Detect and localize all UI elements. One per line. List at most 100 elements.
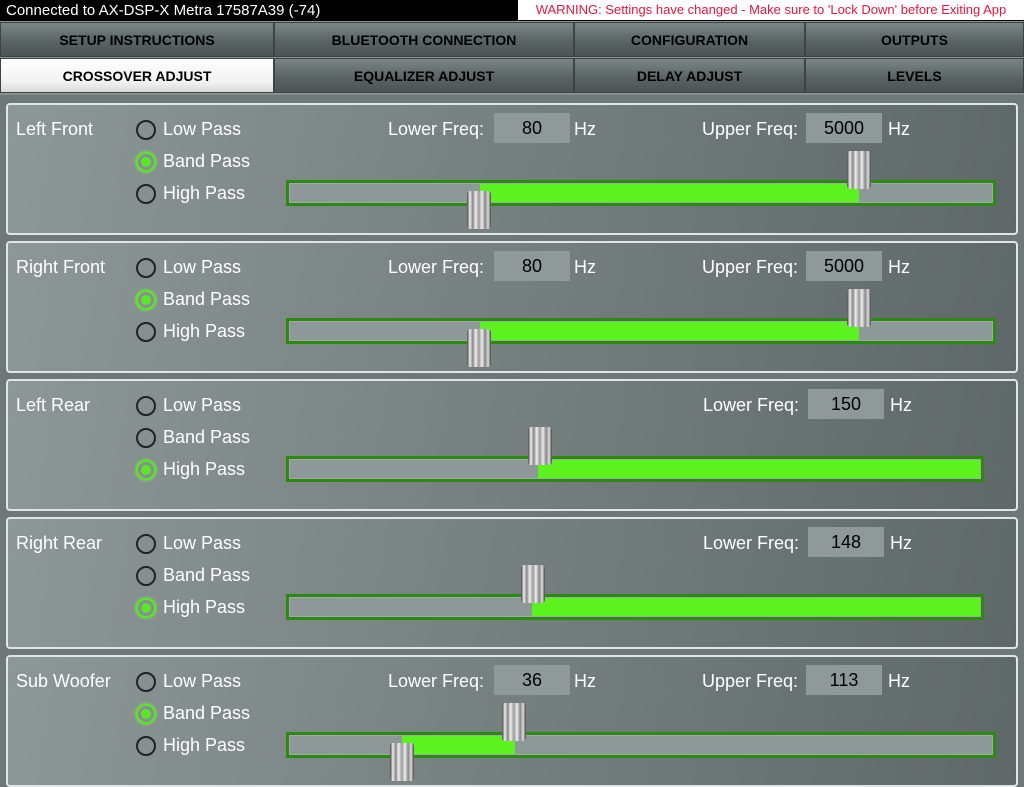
lower-freq-slider-thumb[interactable] (521, 565, 546, 603)
radio-label: High Pass (163, 735, 246, 755)
upper-freq-input[interactable]: 5000 (806, 251, 882, 281)
tab-delay-adjust[interactable]: DELAY ADJUST (574, 58, 805, 93)
lower-freq-slider-thumb[interactable] (467, 329, 492, 367)
lower-freq-unit: Hz (574, 257, 596, 277)
warning-banner: WARNING: Settings have changed - Make su… (518, 0, 1024, 20)
radio-label: Low Pass (163, 395, 242, 415)
upper-freq-label: Upper Freq: (702, 257, 799, 277)
radio-unselected-icon (136, 257, 156, 278)
slider-active-range (479, 322, 859, 340)
channel-name: Right Front (16, 257, 106, 277)
radio-label: Low Pass (163, 257, 242, 277)
radio-unselected-icon (136, 119, 156, 140)
slider-active-range (402, 736, 515, 754)
radio-selected-icon (136, 703, 156, 724)
radio-label: Band Pass (163, 565, 251, 585)
tab-outputs[interactable]: OUTPUTS (805, 22, 1024, 57)
lower-freq-unit: Hz (890, 533, 912, 553)
radio-unselected-icon (136, 395, 156, 416)
channel-panel-left-rear: Left Rear Low Pass Band Pass High Pass Lower… (6, 379, 1018, 511)
radio-high-pass[interactable]: High Pass (136, 321, 245, 342)
radio-label: High Pass (163, 459, 246, 479)
lower-freq-input[interactable]: 150 (808, 389, 884, 419)
radio-band-pass[interactable]: Band Pass (136, 703, 250, 724)
radio-low-pass[interactable]: Low Pass (136, 257, 241, 278)
radio-low-pass[interactable]: Low Pass (136, 671, 241, 692)
lower-freq-input[interactable]: 148 (808, 527, 884, 557)
channel-panel-sub-woofer: Sub Woofer Low Pass Band Pass High Pass Lowe… (6, 655, 1018, 787)
radio-label: High Pass (163, 597, 246, 617)
channel-name: Sub Woofer (16, 671, 111, 691)
radio-band-pass[interactable]: Band Pass (136, 289, 250, 310)
lower-freq-input[interactable]: 80 (494, 251, 570, 281)
tab-setup-instructions[interactable]: SETUP INSTRUCTIONS (0, 22, 274, 57)
tab-crossover-adjust[interactable]: CROSSOVER ADJUST (0, 58, 274, 93)
lower-freq-unit: Hz (574, 119, 596, 139)
radio-unselected-icon (136, 321, 156, 342)
radio-band-pass[interactable]: Band Pass (136, 427, 250, 448)
tab-bluetooth-connection[interactable]: BLUETOOTH CONNECTION (274, 22, 574, 57)
radio-low-pass[interactable]: Low Pass (136, 119, 241, 140)
upper-freq-label: Upper Freq: (702, 671, 799, 691)
radio-unselected-icon (136, 735, 156, 756)
lower-freq-label: Lower Freq: (703, 533, 800, 553)
upper-freq-label: Upper Freq: (702, 119, 799, 139)
channel-name: Left Rear (16, 395, 91, 415)
radio-high-pass[interactable]: High Pass (136, 735, 245, 756)
radio-label: Low Pass (163, 119, 242, 139)
radio-label: Low Pass (163, 671, 242, 691)
lower-freq-label: Lower Freq: (703, 395, 800, 415)
radio-unselected-icon (136, 565, 156, 586)
connection-text: Connected to AX-DSP-X Metra 17587A39 (-7… (6, 2, 321, 19)
upper-freq-input[interactable]: 113 (806, 665, 882, 695)
radio-selected-icon (136, 289, 156, 310)
frequency-slider-track[interactable] (286, 180, 996, 206)
tab-levels[interactable]: LEVELS (805, 58, 1024, 93)
upper-freq-unit: Hz (888, 119, 910, 139)
radio-unselected-icon (136, 533, 156, 554)
channel-name: Right Rear (16, 533, 103, 553)
radio-selected-icon (136, 459, 156, 480)
radio-low-pass[interactable]: Low Pass (136, 395, 241, 416)
slider-track-inner (289, 321, 993, 341)
tab-equalizer-adjust[interactable]: EQUALIZER ADJUST (274, 58, 574, 93)
channel-panel-right-rear: Right Rear Low Pass Band Pass High Pass Lowe… (6, 517, 1018, 649)
radio-low-pass[interactable]: Low Pass (136, 533, 241, 554)
slider-active-range (531, 598, 980, 616)
upper-freq-slider-thumb[interactable] (847, 151, 872, 189)
radio-unselected-icon (136, 183, 156, 204)
frequency-slider-track[interactable] (286, 456, 984, 482)
slider-active-range (479, 184, 859, 202)
channel-panel-right-front: Right Front Low Pass Band Pass High Pass Low… (6, 241, 1018, 373)
radio-unselected-icon (136, 671, 156, 692)
channel-name: Left Front (16, 119, 94, 139)
upper-freq-input[interactable]: 5000 (806, 113, 882, 143)
frequency-slider-track[interactable] (286, 594, 984, 620)
lower-freq-slider-thumb[interactable] (389, 743, 414, 781)
tab-bar: SETUP INSTRUCTIONS BLUETOOTH CONNECTION CO… (0, 21, 1024, 95)
radio-band-pass[interactable]: Band Pass (136, 565, 250, 586)
lower-freq-unit: Hz (890, 395, 912, 415)
lower-freq-slider-thumb[interactable] (528, 427, 553, 465)
tab-configuration[interactable]: CONFIGURATION (574, 22, 805, 57)
slider-track-inner (289, 597, 981, 617)
lower-freq-input[interactable]: 36 (494, 665, 570, 695)
frequency-slider-track[interactable] (286, 318, 996, 344)
radio-label: High Pass (163, 321, 246, 341)
upper-freq-slider-thumb[interactable] (502, 703, 527, 741)
radio-high-pass[interactable]: High Pass (136, 597, 245, 618)
radio-band-pass[interactable]: Band Pass (136, 151, 250, 172)
radio-label: Band Pass (163, 703, 251, 723)
slider-track-inner (289, 459, 981, 479)
radio-selected-icon (136, 597, 156, 618)
radio-high-pass[interactable]: High Pass (136, 183, 245, 204)
lower-freq-label: Lower Freq: (388, 257, 485, 277)
lower-freq-input[interactable]: 80 (494, 113, 570, 143)
lower-freq-slider-thumb[interactable] (467, 191, 492, 229)
lower-freq-label: Lower Freq: (388, 671, 485, 691)
radio-high-pass[interactable]: High Pass (136, 459, 245, 480)
upper-freq-unit: Hz (888, 257, 910, 277)
upper-freq-slider-thumb[interactable] (847, 289, 872, 327)
channel-panel-left-front: Left Front Low Pass Band Pass High Pass Lowe… (6, 103, 1018, 235)
radio-unselected-icon (136, 427, 156, 448)
